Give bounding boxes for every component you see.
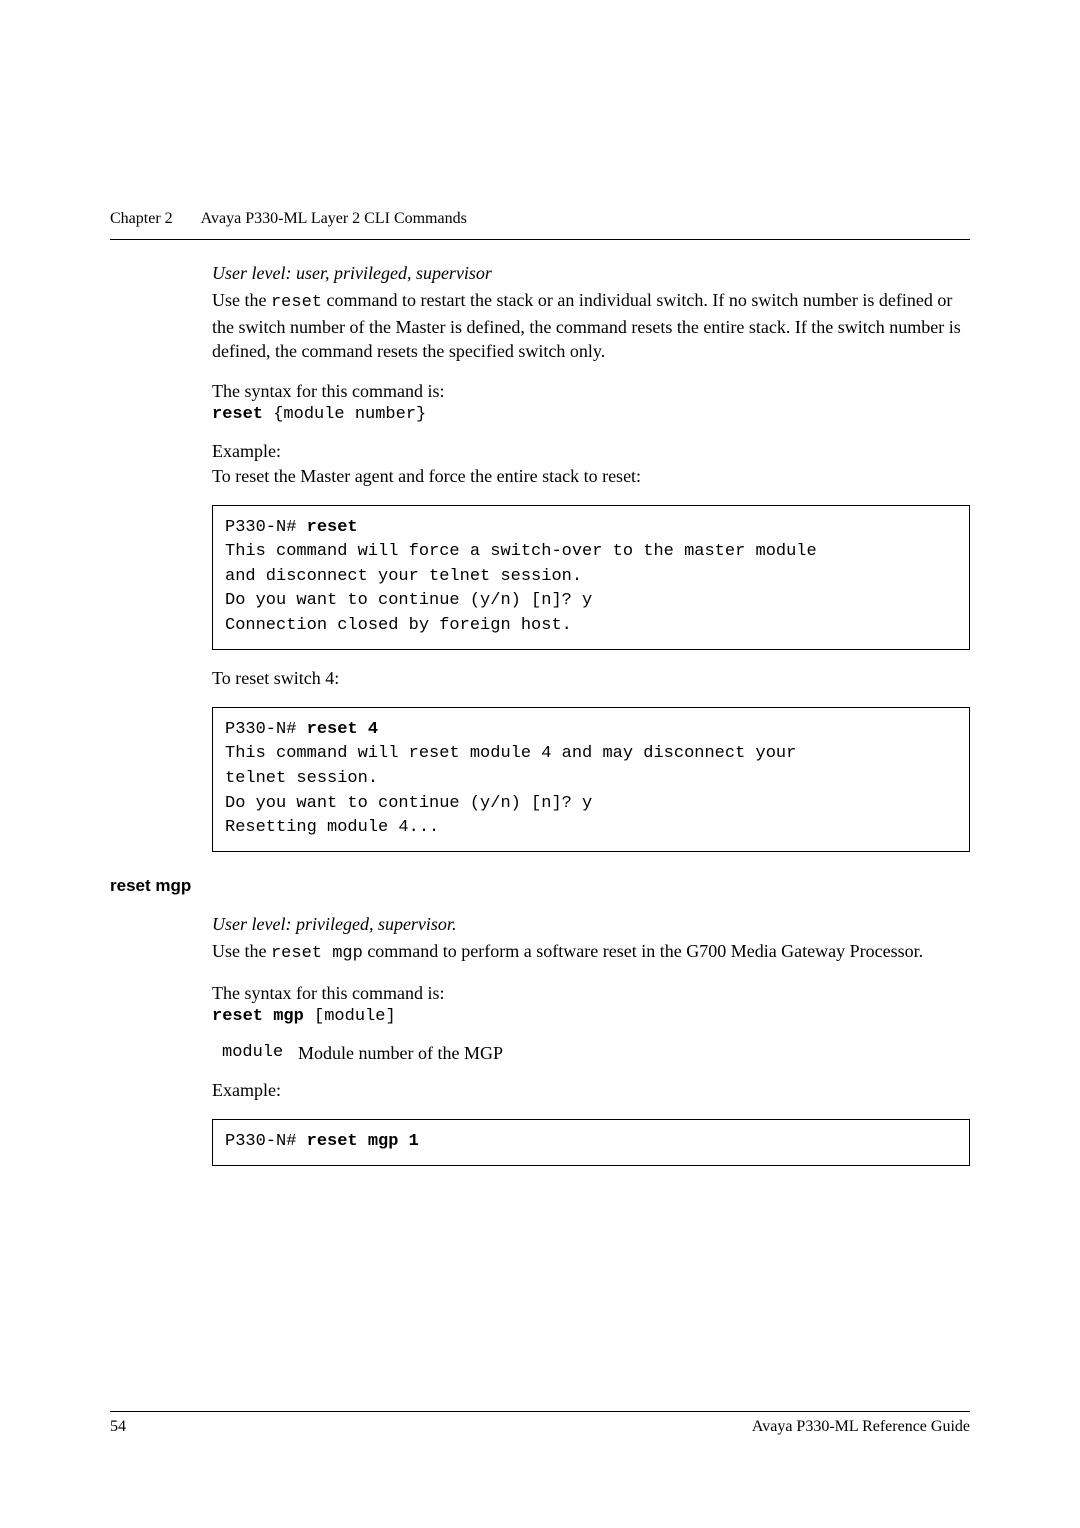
syntax-line: reset {module number} <box>212 405 970 424</box>
page-footer: 54 Avaya P330-ML Reference Guide <box>110 1411 970 1436</box>
footer-rule <box>110 1411 970 1412</box>
param-row: module Module number of the MGP <box>212 1043 970 1064</box>
intro-post: command to restart the stack or an indiv… <box>212 290 961 361</box>
syntax-command: reset <box>212 405 263 424</box>
intro-post-2: command to perform a software reset in t… <box>363 941 923 961</box>
code-prompt: P330-N# <box>225 1132 307 1151</box>
user-level-text-2: User level: privileged, supervisor. <box>212 914 970 935</box>
intro-paragraph: Use the reset command to restart the sta… <box>212 288 970 364</box>
syntax-label-2: The syntax for this command is: <box>212 983 970 1004</box>
header-rule <box>110 239 970 240</box>
doc-title: Avaya P330-ML Reference Guide <box>752 1418 970 1436</box>
intro-pre-2: Use the <box>212 941 271 961</box>
intro-pre: Use the <box>212 290 271 310</box>
code-line: Do you want to continue (y/n) [n]? y <box>225 591 592 610</box>
code-line: Do you want to continue (y/n) [n]? y <box>225 794 592 813</box>
param-description: Module number of the MGP <box>298 1043 503 1064</box>
page: Chapter 2 Avaya P330-ML Layer 2 CLI Comm… <box>0 0 1080 1166</box>
content-area-2: User level: privileged, supervisor. Use … <box>110 914 970 1166</box>
intro-paragraph-2: Use the reset mgp command to perform a s… <box>212 939 970 966</box>
code-command: reset mgp 1 <box>307 1132 419 1151</box>
syntax-label: The syntax for this command is: <box>212 381 970 402</box>
code-prompt: P330-N# <box>225 518 307 537</box>
code-line: Resetting module 4... <box>225 818 439 837</box>
syntax-line-2: reset mgp [module] <box>212 1007 970 1026</box>
code-line: Connection closed by foreign host. <box>225 616 572 635</box>
code-line: telnet session. <box>225 769 378 788</box>
code-line: This command will reset module 4 and may… <box>225 744 796 763</box>
intro-command: reset <box>271 293 322 312</box>
code-line: and disconnect your telnet session. <box>225 567 582 586</box>
content-area: User level: user, privileged, supervisor… <box>110 263 970 852</box>
chapter-label: Chapter 2 <box>110 210 173 228</box>
page-number: 54 <box>110 1418 126 1436</box>
example-description-2: To reset switch 4: <box>212 668 970 689</box>
chapter-title: Avaya P330-ML Layer 2 CLI Commands <box>201 210 467 228</box>
section-heading-reset-mgp: reset mgp <box>110 876 970 896</box>
page-header: Chapter 2 Avaya P330-ML Layer 2 CLI Comm… <box>110 210 970 228</box>
code-box-reset-mgp: P330-N# reset mgp 1 <box>212 1119 970 1166</box>
code-command: reset <box>307 518 358 537</box>
user-level-text: User level: user, privileged, supervisor <box>212 263 970 284</box>
intro-command-2: reset mgp <box>271 944 363 963</box>
code-prompt: P330-N# <box>225 720 307 739</box>
example-label: Example: <box>212 441 970 462</box>
syntax-args: {module number} <box>263 405 426 424</box>
example-label-2: Example: <box>212 1080 970 1101</box>
syntax-args-2: [module] <box>304 1007 396 1026</box>
footer-row: 54 Avaya P330-ML Reference Guide <box>110 1418 970 1436</box>
code-box-reset-4: P330-N# reset 4 This command will reset … <box>212 707 970 852</box>
syntax-command-2: reset mgp <box>212 1007 304 1026</box>
example-description: To reset the Master agent and force the … <box>212 466 970 487</box>
code-command: reset 4 <box>307 720 378 739</box>
code-line: This command will force a switch-over to… <box>225 542 817 561</box>
code-box-reset: P330-N# reset This command will force a … <box>212 505 970 650</box>
param-name: module <box>212 1043 298 1064</box>
